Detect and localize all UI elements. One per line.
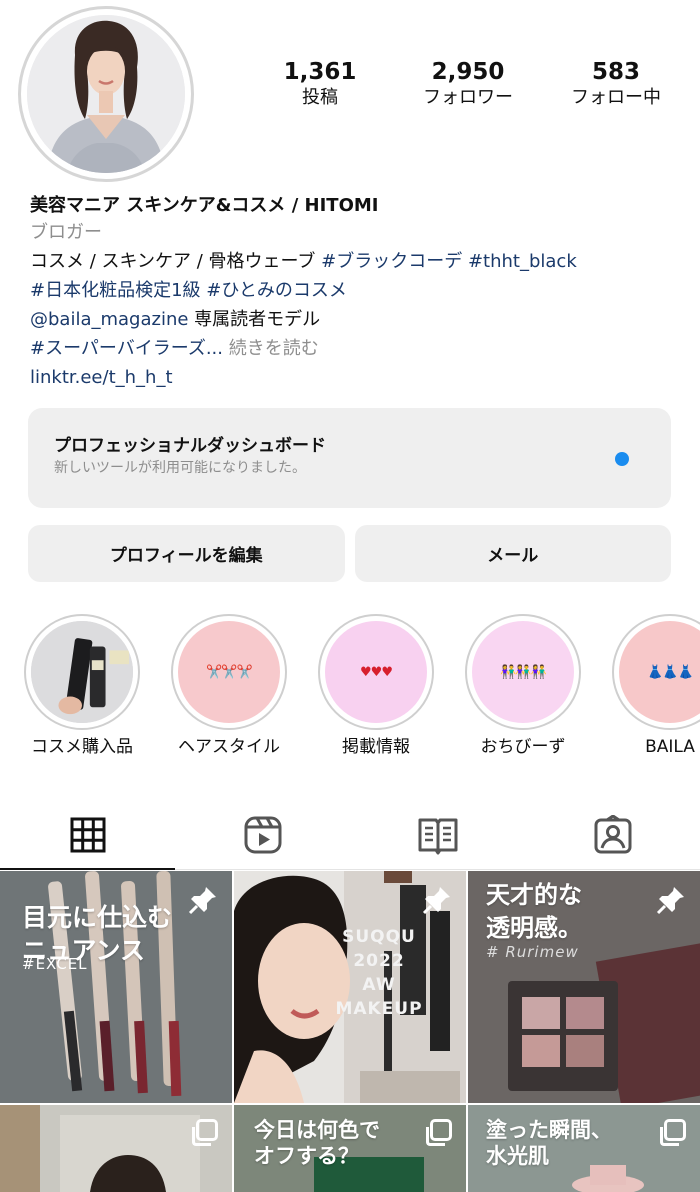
bio-text: 専属読者モデル — [188, 309, 321, 330]
post-thumbnail[interactable] — [0, 1105, 232, 1192]
hearts-emoji-icon: ♥♥♥ — [325, 621, 427, 723]
bio-line: linktr.ee/t_h_h_t — [30, 363, 680, 392]
bio-text: コスメ / スキンケア / 骨格ウェーブ — [30, 251, 322, 272]
highlight-cover: ♥♥♥ — [318, 614, 434, 730]
bio-line: #日本化粧品検定1級 #ひとみのコスメ — [30, 276, 680, 305]
profile-bio: 美容マニア スキンケア&コスメ / HITOMI ブロガー コスメ / スキンケ… — [30, 194, 680, 392]
highlight-label: コスメ購入品 — [31, 737, 133, 757]
post-overlay-text: 天才的な 透明感。 — [486, 881, 582, 942]
post-overlay-subtext: SUQQU 2022 AW MAKEUP — [335, 927, 423, 1019]
tagged-icon — [594, 814, 631, 853]
dress-emoji-icon: 👗👗👗 — [619, 621, 700, 723]
highlight-cover: 👫👫👫 — [465, 614, 581, 730]
highlight-item[interactable]: ♥♥♥ 掲載情報 — [301, 614, 451, 758]
hashtag-link[interactable]: #日本化粧品検定1級 — [30, 280, 201, 301]
profile-name: 美容マニア スキンケア&コスメ / HITOMI — [30, 195, 379, 216]
highlight-item[interactable]: 👫👫👫 おちびーず — [448, 614, 598, 758]
post-overlay-text: 今日は何色で オフする？ — [254, 1118, 380, 1168]
hashtag-link[interactable]: #thht_black — [468, 251, 577, 272]
hashtag-link[interactable]: #スーパーバイラーズ... — [30, 338, 223, 359]
highlight-item[interactable]: ✂️✂️✂️ ヘアスタイル — [154, 614, 304, 758]
email-button[interactable]: メール — [354, 525, 671, 582]
website-link[interactable]: linktr.ee/t_h_h_t — [30, 367, 173, 388]
notification-dot-icon — [615, 452, 629, 466]
highlight-cover: ✂️✂️✂️ — [171, 614, 287, 730]
carousel-icon — [660, 1119, 686, 1146]
post-thumbnail[interactable]: 塗った瞬間、 水光肌 — [468, 1105, 700, 1192]
highlight-label: BAILA — [645, 737, 695, 757]
profile-avatar[interactable] — [18, 6, 194, 182]
tab-tagged[interactable] — [525, 800, 700, 869]
profile-actions: プロフィールを編集 メール — [28, 525, 671, 582]
highlight-cover — [24, 614, 140, 730]
highlight-cover: 👗👗👗 — [612, 614, 700, 730]
post-thumbnail[interactable]: 目元に仕込む ニュアンス #EXCEL — [0, 871, 232, 1103]
avatar-photo — [27, 15, 185, 173]
profile-stats: 1,361 投稿 2,950 フォロワー 583 フォロー中 — [246, 58, 690, 110]
dashboard-subtitle: 新しいツールが利用可能になりました。 — [54, 460, 306, 476]
highlight-item[interactable]: コスメ購入品 — [7, 614, 157, 758]
cosmetics-photo-icon — [31, 621, 133, 723]
hashtag-link[interactable]: #ブラックコーデ — [321, 251, 462, 272]
stat-following[interactable]: 583 フォロー中 — [542, 58, 690, 110]
edit-profile-button[interactable]: プロフィールを編集 — [28, 525, 345, 582]
profile-tabs — [0, 800, 700, 870]
stat-followers-label: フォロワー — [423, 87, 513, 108]
pin-icon — [656, 887, 684, 915]
guides-icon — [418, 818, 457, 854]
bio-line: #スーパーバイラーズ... 続きを読む — [30, 334, 680, 363]
post-image — [0, 1105, 232, 1192]
post-thumbnail[interactable]: SUQQU 2022 AW MAKEUP — [234, 871, 466, 1103]
post-overlay-text: 塗った瞬間、 水光肌 — [486, 1118, 612, 1168]
tab-guides[interactable] — [350, 800, 525, 869]
stat-posts[interactable]: 1,361 投稿 — [246, 58, 394, 110]
tab-reels[interactable] — [175, 800, 350, 869]
read-more-link[interactable]: 続きを読む — [229, 338, 319, 359]
pin-icon — [188, 887, 216, 915]
tab-posts-grid[interactable] — [0, 800, 175, 870]
highlight-label: おちびーず — [480, 737, 566, 757]
highlight-label: 掲載情報 — [342, 737, 410, 757]
hashtag-link[interactable]: #ひとみのコスメ — [206, 280, 347, 301]
post-thumbnail[interactable]: 天才的な 透明感。 # Rurimew — [468, 871, 700, 1103]
post-overlay-subtext: #EXCEL — [22, 955, 88, 973]
highlight-label: ヘアスタイル — [178, 737, 280, 757]
stat-posts-label: 投稿 — [302, 87, 338, 108]
bio-line: @baila_magazine 専属読者モデル — [30, 305, 680, 334]
reels-icon — [244, 816, 281, 853]
pin-icon — [422, 887, 450, 915]
people-emoji-icon: 👫👫👫 — [472, 621, 574, 723]
stat-posts-count: 1,361 — [283, 59, 357, 85]
stat-followers[interactable]: 2,950 フォロワー — [394, 58, 542, 110]
stat-following-label: フォロー中 — [571, 87, 661, 108]
stat-following-count: 583 — [591, 59, 640, 85]
grid-icon — [70, 817, 105, 852]
stat-followers-count: 2,950 — [431, 59, 505, 85]
mention-link[interactable]: @baila_magazine — [30, 309, 188, 330]
story-highlights: コスメ購入品 ✂️✂️✂️ ヘアスタイル ♥♥♥ 掲載情報 👫👫👫 おちびーず … — [0, 614, 700, 764]
scissors-emoji-icon: ✂️✂️✂️ — [178, 621, 280, 723]
carousel-icon — [192, 1119, 218, 1146]
post-overlay-subtext: # Rurimew — [486, 943, 579, 961]
bio-line: コスメ / スキンケア / 骨格ウェーブ #ブラックコーデ #thht_blac… — [30, 247, 680, 276]
professional-dashboard[interactable]: プロフェッショナルダッシュボード 新しいツールが利用可能になりました。 — [28, 408, 671, 508]
profile-category: ブロガー — [30, 222, 102, 243]
dashboard-title: プロフェッショナルダッシュボード — [54, 436, 326, 456]
post-thumbnail[interactable]: 今日は何色で オフする？ — [234, 1105, 466, 1192]
highlight-item[interactable]: 👗👗👗 BAILA — [595, 614, 700, 758]
carousel-icon — [426, 1119, 452, 1146]
